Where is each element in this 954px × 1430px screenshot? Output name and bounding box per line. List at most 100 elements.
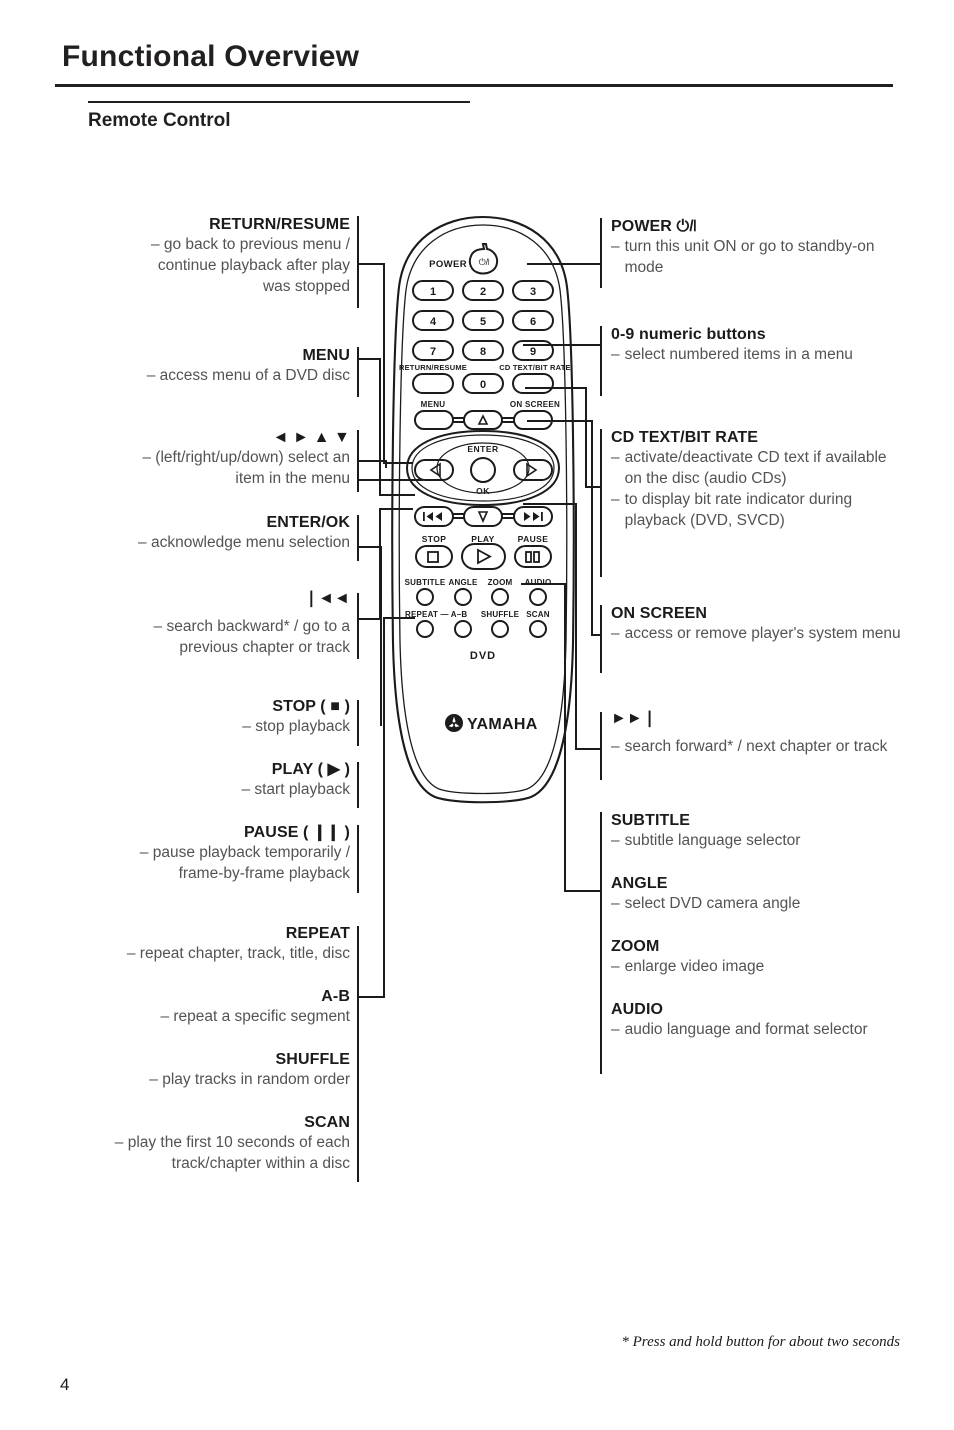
search-forward-icon — [524, 512, 543, 521]
remote-power-label: POWER — [429, 259, 467, 270]
menu-button — [414, 410, 454, 430]
remote-angle-label: ANGLE — [449, 578, 478, 587]
callout-heading: SCAN — [304, 1114, 350, 1131]
callout-angle: ANGLE – select DVD camera angle — [611, 873, 901, 915]
callout-heading: ANGLE — [611, 875, 668, 892]
section-title: Remote Control — [88, 110, 231, 131]
leader-line — [357, 263, 385, 265]
callout-on-screen: ON SCREEN – access or remove player's sy… — [611, 603, 901, 645]
callout-row: – turn this unit ON or go to standby-on … — [611, 237, 901, 279]
remote-repeat-ab-label: REPEAT — A–B — [405, 610, 467, 619]
callout-heading: PLAY ( ▶ ) — [271, 761, 350, 778]
callout-text: audio language and format selector — [624, 1021, 868, 1039]
callout-zoom: ZOOM – enlarge video image — [611, 936, 901, 978]
nav-down-button — [463, 506, 503, 527]
callout-line: – repeat a specific segment — [160, 1008, 350, 1026]
callout-heading: ENTER/OK — [266, 514, 350, 531]
manual-page: Functional Overview Remote Control RETUR… — [0, 0, 954, 1430]
leader-bracket — [357, 593, 359, 659]
remote-ok-label: OK — [476, 486, 490, 496]
list-dash: – — [611, 238, 620, 256]
leader-bracket — [600, 712, 602, 780]
return-resume-button — [412, 373, 454, 394]
page-number: 4 — [60, 1375, 70, 1394]
callout-menu: MENU – access menu of a DVD disc — [40, 345, 350, 387]
stop-button — [415, 545, 453, 568]
callout-power: POWER ⏻/❘ – turn this unit ON or go to s… — [611, 216, 901, 279]
callout-text: access or remove player's system menu — [624, 625, 901, 643]
callout-line: frame-by-frame playback — [178, 865, 350, 883]
callout-line: – access menu of a DVD disc — [146, 367, 350, 385]
leader-bracket — [357, 825, 359, 893]
pause-icon — [525, 551, 540, 563]
section-divider — [88, 101, 470, 103]
remote-scan-label: SCAN — [526, 610, 549, 619]
leader-bracket — [357, 515, 359, 561]
play-button — [461, 543, 506, 570]
leader-bracket — [357, 700, 359, 746]
leader-bracket — [600, 812, 602, 1074]
callout-heading: ZOOM — [611, 938, 660, 955]
yamaha-wordmark: YAMAHA — [467, 716, 538, 733]
remote-enter-label: ENTER — [467, 444, 498, 454]
callout-stop: STOP ( ■ ) – stop playback — [40, 696, 350, 738]
list-dash: – — [611, 895, 620, 913]
callout-line: – go back to previous menu / — [150, 236, 350, 254]
search-backward-icon — [423, 512, 442, 521]
callout-heading: SHUFFLE — [275, 1051, 350, 1068]
leader-line — [591, 420, 593, 635]
remote-stop-label: STOP — [422, 534, 447, 544]
key-0: 0 — [480, 379, 486, 391]
leader-line — [380, 546, 382, 726]
callout-line: – search backward* / go to a — [153, 618, 350, 636]
callout-line: – pause playback temporarily / — [139, 844, 350, 862]
nav-left-icon — [429, 462, 441, 478]
nav-up-button — [463, 410, 503, 430]
remote-zoom-label: ZOOM — [488, 578, 513, 587]
zoom-button — [491, 588, 509, 606]
callout-numeric-buttons: 0-9 numeric buttons – select numbered it… — [611, 324, 901, 366]
callout-row: – enlarge video image — [611, 957, 901, 978]
key-2: 2 — [480, 286, 486, 298]
callout-pause: PAUSE ( ❙❙ ) – pause playback temporaril… — [40, 822, 350, 885]
list-dash: – — [611, 738, 620, 756]
leader-bracket — [357, 762, 359, 808]
key-1: 1 — [430, 286, 436, 298]
remote-subtitle-label: SUBTITLE — [405, 578, 446, 587]
remote-audio-label: AUDIO — [525, 578, 552, 587]
callout-line: – acknowledge menu selection — [138, 534, 350, 552]
key-9: 9 — [530, 346, 536, 358]
leader-line — [357, 546, 382, 548]
callout-line: item in the menu — [235, 470, 350, 488]
subtitle-button — [416, 588, 434, 606]
nav-right-button — [513, 459, 553, 481]
callout-line: was stopped — [262, 277, 350, 295]
play-icon — [477, 548, 492, 565]
callout-heading: CD TEXT/BIT RATE — [611, 429, 759, 446]
leader-bracket — [357, 926, 359, 1182]
leader-bracket — [600, 605, 602, 673]
leader-line — [357, 996, 385, 998]
callout-row: – to display bit rate indicator during p… — [611, 490, 906, 532]
list-dash: – — [611, 490, 620, 508]
callout-arrow-keys: ◄ ► ▲ ▼ – (left/right/up/down) select an… — [40, 427, 350, 490]
enter-ok-button — [470, 457, 496, 483]
key-6: 6 — [530, 316, 536, 328]
shuffle-button — [491, 620, 509, 638]
callout-text: turn this unit ON or go to standby-on mo… — [624, 238, 875, 277]
nav-up-icon — [477, 414, 489, 425]
callout-heading: RETURN/RESUME — [209, 216, 350, 233]
leader-bracket — [600, 218, 602, 288]
callout-shuffle: SHUFFLE – play tracks in random order — [30, 1049, 350, 1091]
callout-row: – search forward* / next chapter or trac… — [611, 737, 906, 758]
callout-heading: AUDIO — [611, 1001, 664, 1018]
nav-down-icon — [477, 511, 489, 523]
search-backward-button — [414, 506, 454, 527]
nav-left-button — [414, 459, 454, 481]
leader-line — [357, 358, 381, 360]
callout-row: – select DVD camera angle — [611, 894, 901, 915]
callout-heading: ◄ ► ▲ ▼ — [272, 429, 350, 446]
callout-line: – repeat chapter, track, title, disc — [126, 945, 350, 963]
callout-heading: POWER ⏻/❘ — [611, 218, 697, 235]
leader-bracket — [600, 326, 602, 396]
